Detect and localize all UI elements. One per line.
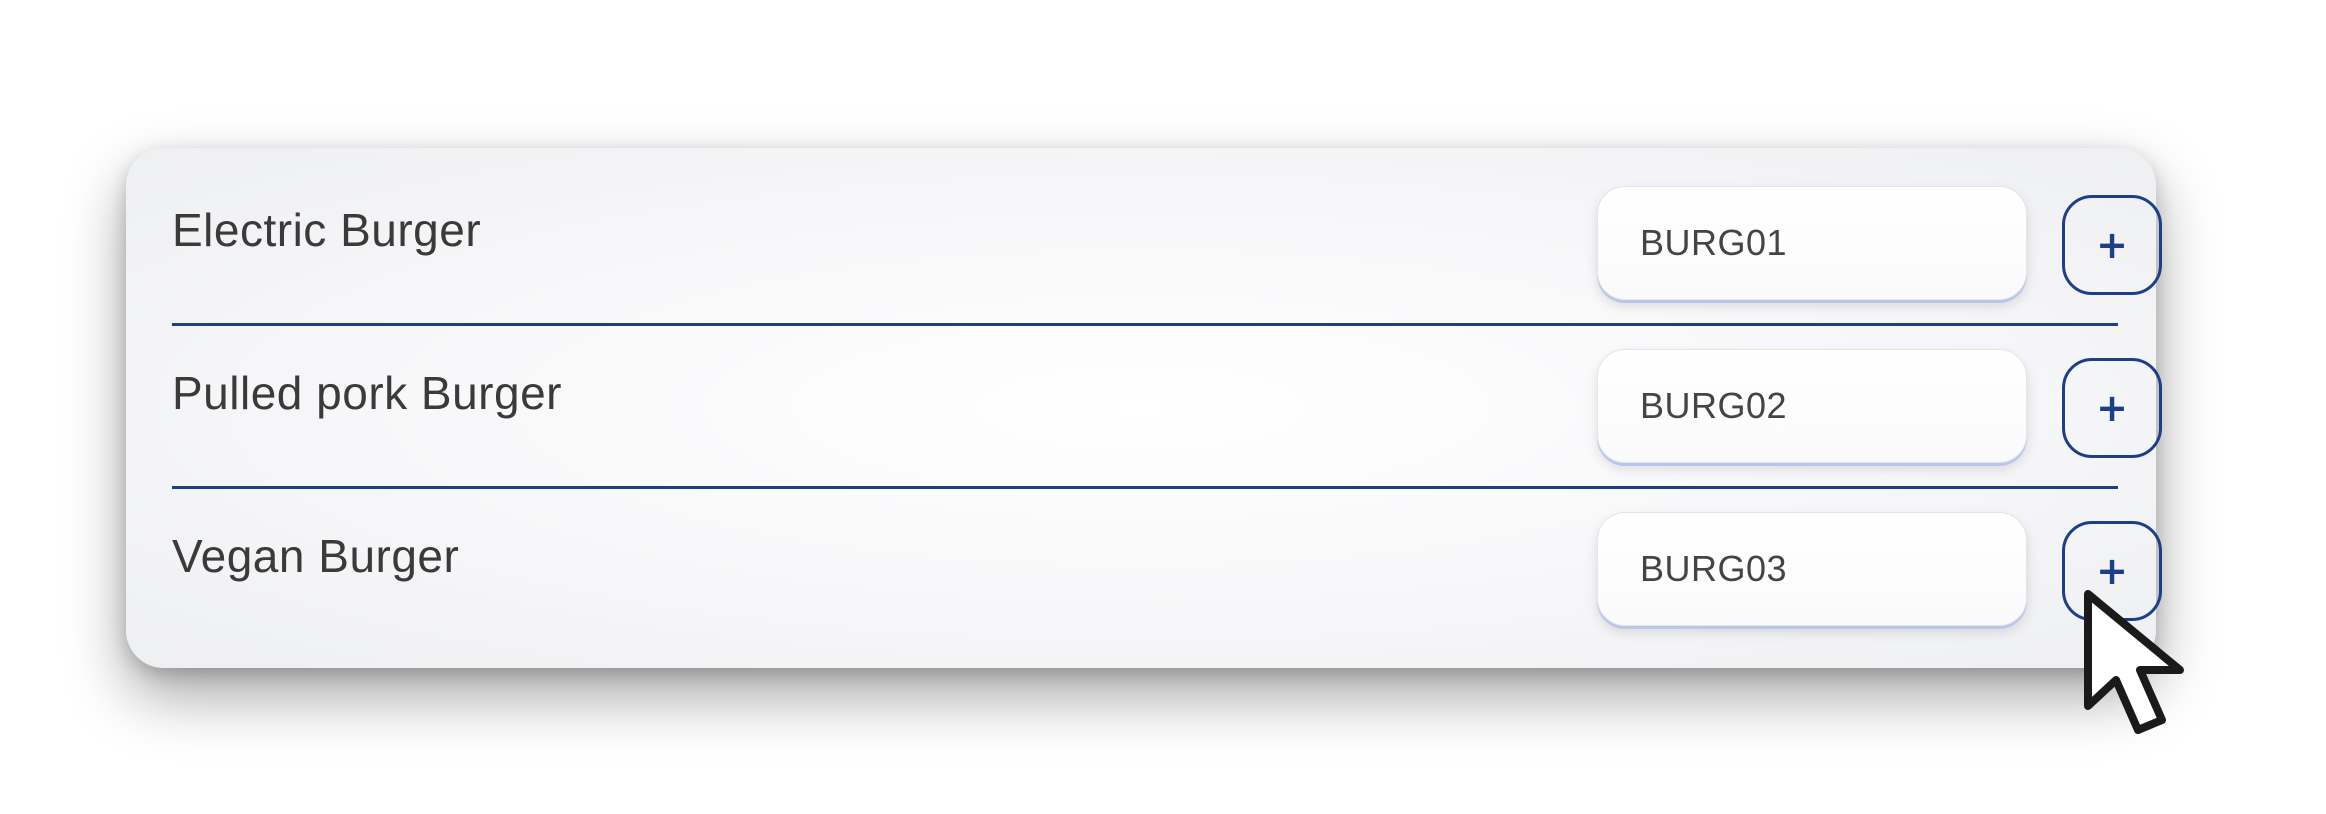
- add-button[interactable]: +: [2062, 521, 2162, 621]
- item-code-field[interactable]: BURG01: [1597, 186, 2027, 300]
- add-button[interactable]: +: [2062, 195, 2162, 295]
- item-name: Vegan Burger: [172, 529, 460, 582]
- list-item: Electric Burger BURG01 +: [172, 148, 2162, 311]
- item-name: Electric Burger: [172, 203, 482, 256]
- burger-list-card: Electric Burger BURG01 + Pulled pork Bur…: [126, 148, 2162, 668]
- add-button[interactable]: +: [2062, 358, 2162, 458]
- item-code-field[interactable]: BURG03: [1597, 512, 2027, 626]
- item-name: Pulled pork Burger: [172, 366, 562, 419]
- page: Electric Burger BURG01 + Pulled pork Bur…: [0, 0, 2326, 814]
- list-item: Pulled pork Burger BURG02 +: [172, 311, 2162, 474]
- item-code-field[interactable]: BURG02: [1597, 349, 2027, 463]
- list-item: Vegan Burger BURG03 +: [172, 474, 2162, 637]
